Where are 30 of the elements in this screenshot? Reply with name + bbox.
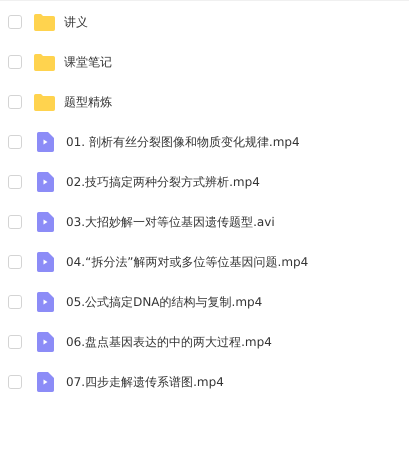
file-name[interactable]: 07.四步走解遗传系谱图.mp4: [66, 374, 224, 390]
file-name[interactable]: 课堂笔记: [64, 54, 112, 70]
checkbox[interactable]: [8, 375, 22, 389]
video-file-icon: [37, 212, 54, 232]
folder-icon: [34, 14, 55, 30]
checkbox[interactable]: [8, 175, 22, 189]
file-name[interactable]: 03.大招妙解一对等位基因遗传题型.avi: [66, 214, 275, 230]
checkbox[interactable]: [8, 335, 22, 349]
checkbox[interactable]: [8, 15, 22, 29]
checkbox[interactable]: [8, 135, 22, 149]
checkbox[interactable]: [8, 215, 22, 229]
folder-icon: [34, 54, 55, 70]
video-file-icon: [37, 132, 54, 152]
video-file-icon: [37, 252, 54, 272]
video-file-icon: [37, 332, 54, 352]
file-name[interactable]: 01. 剖析有丝分裂图像和物质变化规律.mp4: [66, 134, 300, 150]
file-name[interactable]: 05.公式搞定DNA的结构与复制.mp4: [66, 294, 262, 310]
file-name[interactable]: 讲义: [64, 14, 88, 30]
video-file-icon: [37, 372, 54, 392]
checkbox[interactable]: [8, 295, 22, 309]
folder-icon: [34, 94, 55, 110]
file-name[interactable]: 04.“拆分法”解两对或多位等位基因问题.mp4: [66, 254, 308, 270]
file-name[interactable]: 06.盘点基因表达的中的两大过程.mp4: [66, 334, 272, 350]
file-name[interactable]: 02.技巧搞定两种分裂方式辨析.mp4: [66, 174, 260, 190]
file-name[interactable]: 题型精炼: [64, 94, 112, 110]
video-file-icon: [37, 172, 54, 192]
video-file-icon: [37, 292, 54, 312]
checkbox[interactable]: [8, 255, 22, 269]
checkbox[interactable]: [8, 95, 22, 109]
checkbox[interactable]: [8, 55, 22, 69]
